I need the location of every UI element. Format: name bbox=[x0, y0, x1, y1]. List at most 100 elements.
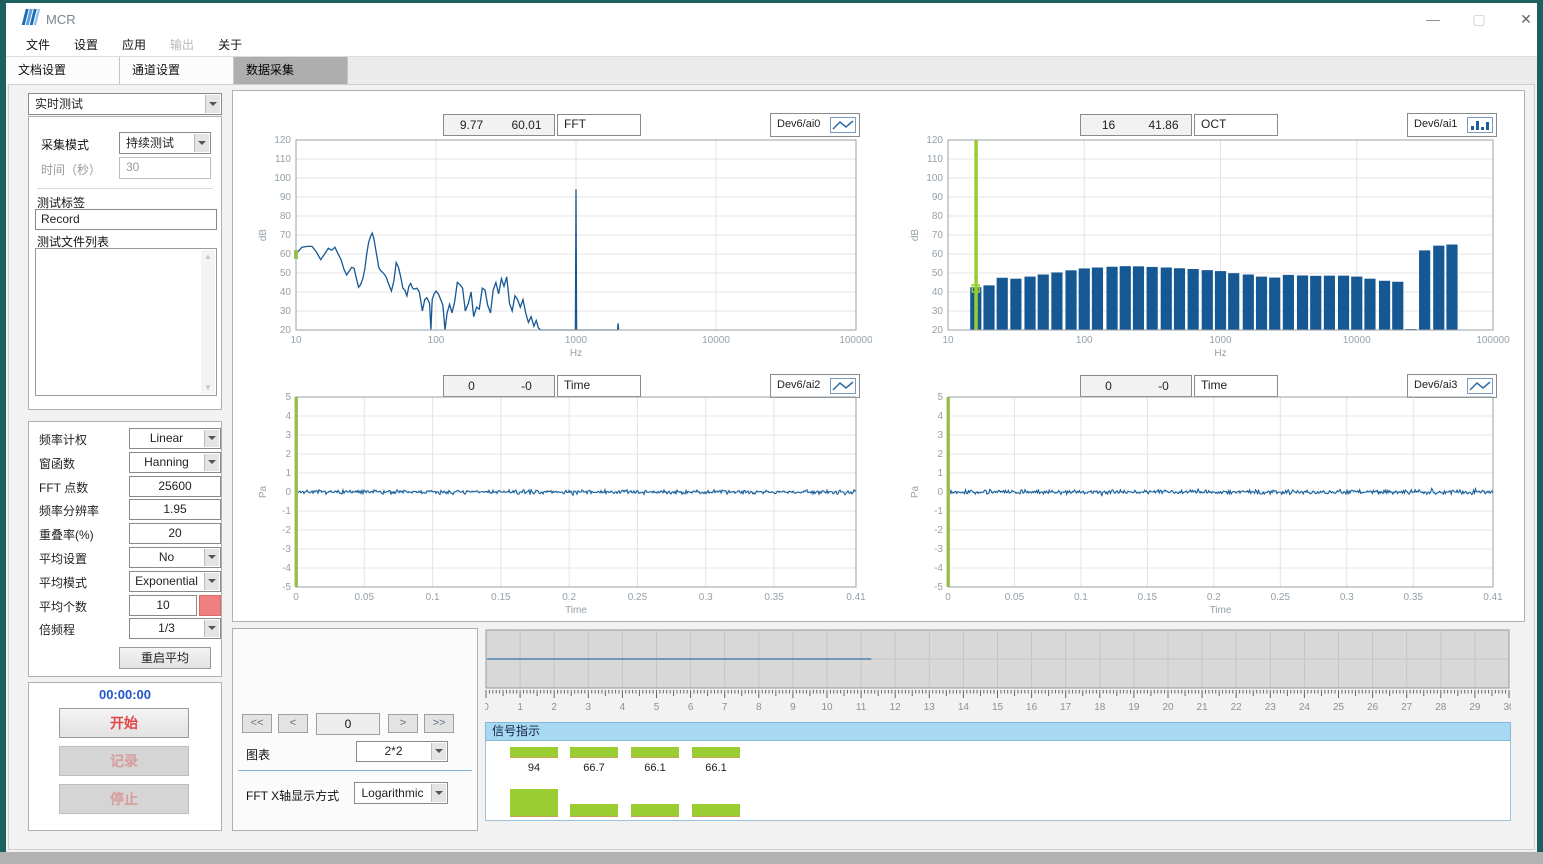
chevron-down-icon[interactable] bbox=[205, 95, 220, 113]
svg-text:26: 26 bbox=[1367, 702, 1379, 713]
svg-text:Hz: Hz bbox=[570, 348, 582, 359]
menu-item-5[interactable]: 关于 bbox=[206, 31, 254, 58]
svg-text:21: 21 bbox=[1197, 702, 1209, 713]
svg-text:110: 110 bbox=[275, 154, 291, 165]
chevron-down-icon[interactable] bbox=[204, 573, 219, 590]
param-row: FFT 点数25600 bbox=[39, 476, 221, 497]
svg-text:1: 1 bbox=[937, 468, 943, 479]
menu-item-1[interactable]: 文件 bbox=[14, 31, 62, 58]
tab-1[interactable]: 文档设置 bbox=[6, 57, 120, 84]
chart-plot-time_ai2[interactable]: -5-4-3-2-101234500.050.10.150.20.250.30.… bbox=[250, 389, 872, 621]
svg-text:17: 17 bbox=[1060, 702, 1072, 713]
scroll-up-icon[interactable]: ▲ bbox=[204, 252, 212, 261]
svg-text:-4: -4 bbox=[282, 563, 291, 574]
separator bbox=[37, 188, 213, 189]
fft-axis-label: FFT X轴显示方式 bbox=[246, 787, 339, 804]
chart-plot-time_ai3[interactable]: -5-4-3-2-101234500.050.10.150.20.250.30.… bbox=[890, 389, 1532, 621]
param-row: 平均模式Exponential bbox=[39, 571, 221, 592]
minimize-button[interactable]: — bbox=[1418, 9, 1448, 29]
param-select[interactable]: No bbox=[129, 547, 221, 568]
divider bbox=[238, 770, 472, 771]
chart-plot-oct[interactable]: 2030405060708090100110120101001000100001… bbox=[890, 132, 1532, 364]
svg-text:0.1: 0.1 bbox=[1074, 592, 1088, 603]
channel-label: Dev6/ai0 bbox=[777, 118, 820, 130]
tab-3[interactable]: 数据采集 bbox=[234, 57, 348, 84]
maximize-button[interactable]: ▢ bbox=[1464, 9, 1494, 29]
test-file-list[interactable]: ▲ ▼ bbox=[35, 248, 217, 396]
svg-text:110: 110 bbox=[927, 154, 943, 165]
param-label: 倍频程 bbox=[39, 621, 75, 638]
nav-last-button[interactable]: >> bbox=[424, 714, 454, 733]
run-control-group: 00:00:00 开始记录停止 bbox=[28, 682, 222, 831]
chevron-down-icon[interactable] bbox=[204, 454, 219, 471]
svg-text:0.35: 0.35 bbox=[1404, 592, 1424, 603]
signal-value: 66.7 bbox=[562, 762, 626, 774]
svg-text:120: 120 bbox=[926, 135, 943, 146]
mode-select[interactable]: 实时测试 bbox=[28, 93, 222, 115]
svg-text:1: 1 bbox=[517, 702, 523, 713]
svg-text:120: 120 bbox=[274, 135, 291, 146]
chevron-down-icon[interactable] bbox=[194, 134, 209, 152]
nav-prev-button[interactable]: < bbox=[278, 714, 308, 733]
svg-text:Time: Time bbox=[565, 605, 587, 616]
record-timeline[interactable]: 0123456789101112131415161718192021222324… bbox=[485, 629, 1511, 713]
svg-text:dB: dB bbox=[258, 229, 269, 242]
svg-text:0: 0 bbox=[945, 592, 951, 603]
tab-2[interactable]: 通道设置 bbox=[120, 57, 234, 84]
svg-text:-4: -4 bbox=[934, 563, 943, 574]
svg-text:9: 9 bbox=[790, 702, 796, 713]
svg-text:3: 3 bbox=[937, 430, 943, 441]
fft-axis-select[interactable]: Logarithmic bbox=[354, 782, 448, 804]
action-button-1[interactable]: 开始 bbox=[59, 708, 189, 738]
chart-plot-fft[interactable]: 2030405060708090100110120101001000100001… bbox=[250, 132, 872, 364]
svg-text:2: 2 bbox=[551, 702, 557, 713]
menu-item-2[interactable]: 设置 bbox=[62, 31, 110, 58]
test-label-input[interactable]: Record bbox=[35, 209, 217, 230]
param-select[interactable]: Linear bbox=[129, 428, 221, 449]
param-select[interactable]: Hanning bbox=[129, 452, 221, 473]
nav-position-value[interactable]: 0 bbox=[316, 713, 380, 735]
param-label: 重叠率(%) bbox=[39, 526, 94, 543]
tab-strip: 文档设置通道设置数据采集 bbox=[6, 57, 1537, 84]
scroll-down-icon[interactable]: ▼ bbox=[204, 383, 212, 392]
chevron-down-icon[interactable] bbox=[431, 743, 446, 760]
param-select[interactable]: 1/3 bbox=[129, 618, 221, 639]
chevron-down-icon[interactable] bbox=[204, 549, 219, 566]
restart-average-button[interactable]: 重启平均 bbox=[119, 647, 211, 669]
svg-text:5: 5 bbox=[285, 392, 291, 403]
chevron-down-icon[interactable] bbox=[204, 620, 219, 637]
svg-text:18: 18 bbox=[1094, 702, 1106, 713]
mode-select-value: 实时测试 bbox=[29, 94, 204, 114]
param-input[interactable]: 10 bbox=[129, 595, 197, 616]
param-input[interactable]: 25600 bbox=[129, 476, 221, 497]
menu-item-4: 输出 bbox=[158, 31, 206, 58]
svg-text:3: 3 bbox=[586, 702, 592, 713]
signal-value: 66.1 bbox=[684, 762, 748, 774]
svg-text:100: 100 bbox=[1076, 335, 1093, 346]
svg-text:0.3: 0.3 bbox=[699, 592, 713, 603]
chevron-down-icon[interactable] bbox=[431, 784, 446, 802]
nav-next-button[interactable]: > bbox=[388, 714, 418, 733]
chart-layout-select[interactable]: 2*2 bbox=[356, 741, 448, 762]
chevron-down-icon[interactable] bbox=[204, 430, 219, 447]
close-button[interactable]: ✕ bbox=[1511, 9, 1541, 29]
param-input[interactable]: 20 bbox=[129, 523, 221, 544]
param-row: 平均设置No bbox=[39, 547, 221, 568]
duration-input[interactable]: 30 bbox=[119, 157, 211, 179]
svg-text:30: 30 bbox=[280, 306, 292, 317]
svg-text:25: 25 bbox=[1333, 702, 1345, 713]
svg-text:0.25: 0.25 bbox=[1271, 592, 1291, 603]
svg-text:-1: -1 bbox=[282, 506, 291, 517]
svg-text:29: 29 bbox=[1469, 702, 1481, 713]
signal-value: 66.1 bbox=[623, 762, 687, 774]
action-button-2: 记录 bbox=[59, 746, 189, 776]
acq-mode-select[interactable]: 持续测试 bbox=[119, 132, 211, 154]
param-input[interactable]: 1.95 bbox=[129, 499, 221, 520]
nav-first-button[interactable]: << bbox=[242, 714, 272, 733]
signal-panel-title: 信号指示 bbox=[485, 722, 1511, 741]
svg-text:90: 90 bbox=[932, 192, 944, 203]
list-scrollbar[interactable]: ▲ ▼ bbox=[201, 250, 215, 394]
svg-text:10000: 10000 bbox=[702, 335, 730, 346]
menu-item-3[interactable]: 应用 bbox=[110, 31, 158, 58]
param-select[interactable]: Exponential bbox=[129, 571, 221, 592]
